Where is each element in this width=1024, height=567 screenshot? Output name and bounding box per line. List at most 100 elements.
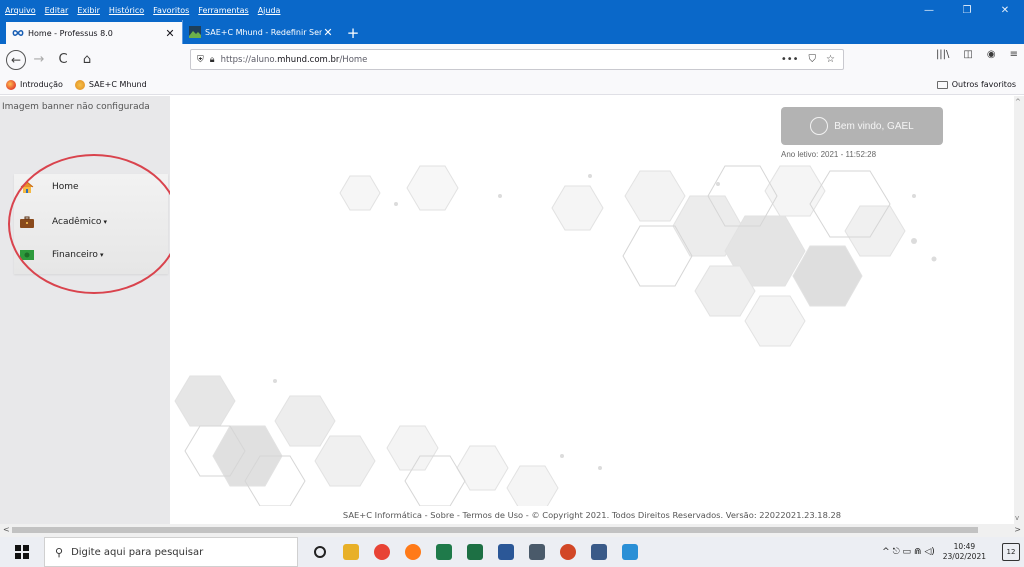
sidebar-icon[interactable]: ◫ [963,49,972,60]
scroll-thumb[interactable] [12,527,978,533]
other-bookmarks[interactable]: Outros favoritos [936,80,1016,89]
cortana-icon[interactable] [304,537,335,567]
powerpoint-icon-glyph [559,544,576,560]
tab-close-icon[interactable]: ✕ [322,26,334,39]
app-icon[interactable] [614,537,645,567]
calculator-icon[interactable] [521,537,552,567]
search-icon: ⚲ [55,545,64,559]
bookmarks-toolbar: Introdução SAE+C Mhund Outros favoritos [0,75,1024,95]
bookmark-label: SAE+C Mhund [88,80,147,89]
scroll-up-icon[interactable]: ^ [1015,98,1021,106]
menu-exibir[interactable]: Exibir [72,6,104,15]
taskbar-search[interactable]: ⚲ Digite aqui para pesquisar [44,537,298,567]
shield-icon[interactable]: ⛨ [197,55,204,65]
school-year-clock: Ano letivo: 2021 - 11:52:28 [781,150,877,159]
account-icon[interactable]: ◉ [987,49,996,60]
search-placeholder: Digite aqui para pesquisar [71,546,204,558]
landscape-icon [189,26,201,38]
taskbar: ⚲ Digite aqui para pesquisar ^ ⎋ ▭ ⋒ ◁) … [0,537,1024,567]
system-tray: ^ ⎋ ▭ ⋒ ◁) 10:49 23/02/2021 12 [882,542,1024,562]
hamburger-menu-icon[interactable]: ≡ [1010,49,1018,60]
menu-ajuda[interactable]: Ajuda [253,6,285,15]
menu-favoritos[interactable]: Favoritos [148,6,193,15]
calculator-icon-glyph [528,544,545,560]
menu-bar: Arquivo Editar Exibir Histórico Favorito… [0,0,1024,20]
clock-time: 10:49 [953,542,976,551]
camera-icon-glyph [590,544,607,560]
main-area: Bem vindo, GAEL Ano letivo: 2021 - 11:52… [170,96,1014,506]
clock[interactable]: 10:49 23/02/2021 [943,542,986,562]
page-actions-icon[interactable]: ••• [781,54,799,65]
tray-icons[interactable]: ^ ⎋ ▭ ⋒ ◁) [882,547,935,557]
page-content: Imagem banner não configurada Home Acadê… [0,96,1014,524]
chrome-icon-glyph [373,544,390,560]
url-actions: ••• ⛉ ☆ [781,54,843,65]
pocket-icon[interactable]: ⛉ [809,54,817,65]
firefox-icon-glyph [404,544,421,560]
taskbar-apps [304,537,645,567]
firefox-icon [6,79,16,90]
camera-icon[interactable] [583,537,614,567]
scroll-left-icon[interactable]: < [3,525,10,534]
scroll-right-icon[interactable]: > [1014,525,1021,534]
windows-icon [15,545,29,559]
menu-ferramentas[interactable]: Ferramentas [193,6,252,15]
minimize-button[interactable]: — [910,5,948,16]
horizontal-scrollbar[interactable]: < > [0,524,1024,537]
menu-historico[interactable]: Histórico [104,6,148,15]
tab-sae-mhund[interactable]: SAE+C Mhund - Redefinir Senh ✕ [182,20,340,44]
tab-home-professus[interactable]: Home - Professus 8.0 ✕ [6,20,182,44]
word-icon[interactable] [490,537,521,567]
url-prefix: https://aluno. [220,54,278,65]
vertical-scrollbar[interactable]: ^ v [1014,96,1024,524]
forward-button[interactable]: → [28,49,50,71]
notification-icon[interactable]: 12 [1002,543,1020,561]
firefox-icon[interactable] [397,537,428,567]
back-button[interactable]: ← [6,49,26,70]
bookmark-introducao[interactable]: Introdução [6,79,63,90]
folder-icon [936,80,948,89]
file-explorer-icon[interactable] [335,537,366,567]
tab-strip: Home - Professus 8.0 ✕ SAE+C Mhund - Red… [0,20,1024,44]
file-explorer-icon-glyph [342,544,359,560]
scroll-down-icon[interactable]: v [1015,514,1019,522]
clock-date: 23/02/2021 [942,552,986,561]
url-path: /Home [339,54,368,65]
navigation-bar: ← → C ⌂ ⛨ 🔒︎ https://aluno. mhund.com.br /… [0,44,1024,75]
sidebar: Imagem banner não configurada Home Acadê… [0,96,180,524]
menu-arquivo[interactable]: Arquivo [0,6,40,15]
excel-icon-glyph [466,544,483,560]
reload-button[interactable]: C [52,49,74,71]
home-button[interactable]: ⌂ [76,49,98,71]
restore-button[interactable]: ❐ [948,5,986,16]
tab-close-icon[interactable]: ✕ [164,27,176,40]
menu-editar[interactable]: Editar [40,6,73,15]
app-icon-glyph [621,544,638,560]
excel-icon[interactable] [459,537,490,567]
library-icon[interactable]: |||\ [936,49,949,60]
banner-placeholder: Imagem banner não configurada [2,102,150,112]
welcome-text: Bem vindo, GAEL [834,120,914,132]
start-button[interactable] [0,537,44,567]
welcome-user-button[interactable]: Bem vindo, GAEL [781,107,943,145]
bookmark-label: Introdução [20,80,63,89]
lock-icon: 🔒︎ [209,54,215,65]
user-avatar-icon [810,117,829,135]
cr-app-icon-glyph [435,544,452,560]
close-window-button[interactable]: ✕ [986,5,1024,16]
bookmark-star-icon[interactable]: ☆ [826,54,835,65]
powerpoint-icon[interactable] [552,537,583,567]
url-bar[interactable]: ⛨ 🔒︎ https://aluno. mhund.com.br/Home •••… [190,49,844,70]
new-tab-button[interactable]: + [340,22,366,44]
hexagon-background [174,165,937,506]
window-controls: — ❐ ✕ [910,5,1024,16]
chrome-icon[interactable] [366,537,397,567]
bookmark-sae-mhund[interactable]: SAE+C Mhund [74,79,147,90]
infinity-icon [12,29,24,37]
word-icon-glyph [497,544,514,560]
page-footer: SAE+C Informática - Sobre - Termos de Us… [342,510,842,520]
globe-icon [74,79,85,90]
tab-title: Home - Professus 8.0 [28,28,113,38]
cr-app-icon[interactable] [428,537,459,567]
cortana-icon-glyph [313,546,326,558]
